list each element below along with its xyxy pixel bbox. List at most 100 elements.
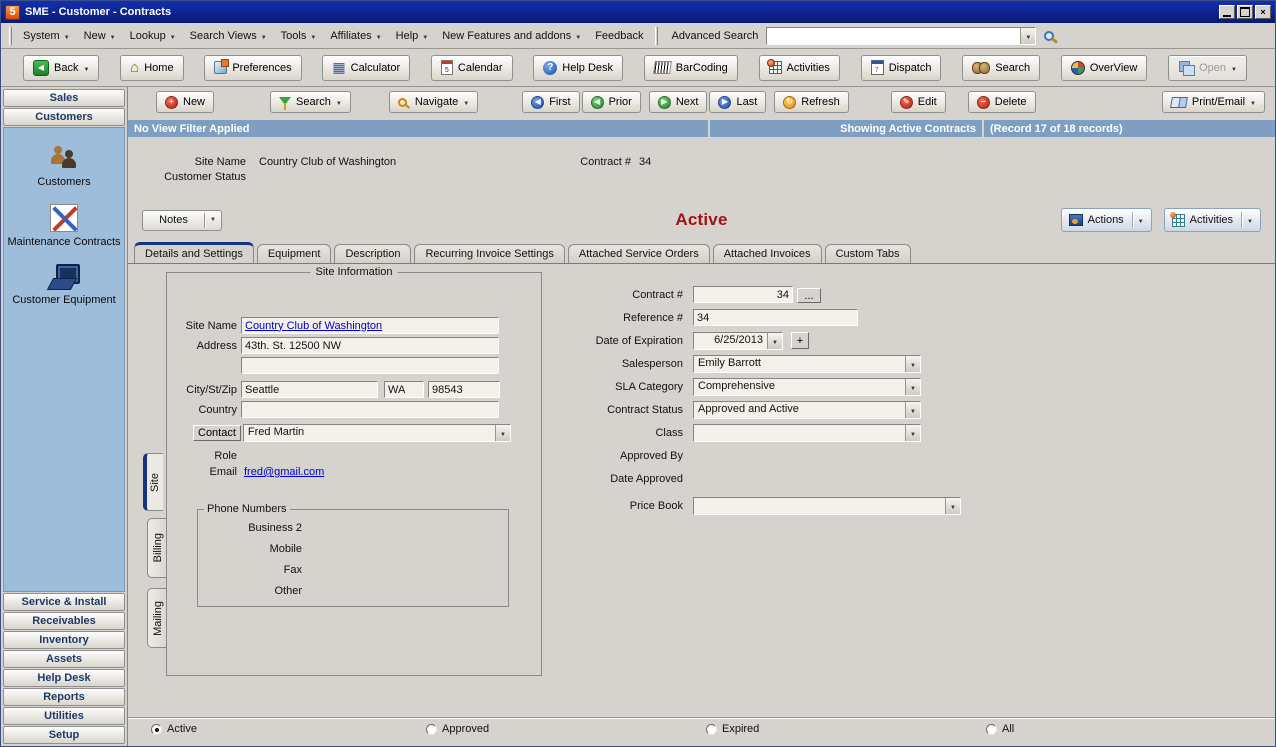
sidebar-section-setup[interactable]: Setup: [3, 726, 125, 744]
minimize-button[interactable]: [1219, 5, 1235, 19]
contact-button[interactable]: Contact: [193, 425, 241, 441]
contract-browse-button[interactable]: ...: [797, 288, 821, 303]
radio-all-dot[interactable]: [986, 724, 997, 735]
expiration-date-combo[interactable]: 6/25/2013: [693, 332, 783, 350]
barcoding-button[interactable]: BarCoding: [644, 55, 738, 81]
tab-attached-invoices[interactable]: Attached Invoices: [713, 244, 822, 263]
refresh-button[interactable]: ↻Refresh: [774, 91, 849, 113]
sla-dropdown-button[interactable]: [905, 379, 920, 395]
menu-lookup[interactable]: Lookup: [123, 27, 183, 45]
radio-approved-dot[interactable]: [426, 724, 437, 735]
country-field[interactable]: [241, 401, 499, 418]
contract-number-field[interactable]: [693, 286, 793, 303]
menu-tools[interactable]: Tools: [274, 27, 324, 45]
activities-dropdown-button[interactable]: Activities: [1164, 208, 1261, 232]
search-records-button[interactable]: Search: [270, 91, 351, 113]
activities-button[interactable]: Activities: [759, 55, 840, 81]
first-record-button[interactable]: ◀First: [522, 91, 579, 113]
sidebar-section-help-desk[interactable]: Help Desk: [3, 669, 125, 687]
sidebar-item-customers[interactable]: Customers: [37, 144, 90, 188]
calendar-button[interactable]: Calendar: [431, 55, 513, 81]
tab-custom-tabs[interactable]: Custom Tabs: [825, 244, 911, 263]
menu-search-views[interactable]: Search Views: [183, 27, 274, 45]
menu-feedback[interactable]: Feedback: [588, 27, 650, 45]
radio-expired[interactable]: Expired: [706, 723, 759, 735]
dispatch-button[interactable]: Dispatch: [861, 55, 942, 81]
tab-attached-service-orders[interactable]: Attached Service Orders: [568, 244, 710, 263]
help-desk-button[interactable]: ?Help Desk: [533, 55, 623, 81]
sidebar-item-customer-equipment[interactable]: Customer Equipment: [12, 264, 115, 306]
menu-help[interactable]: Help: [389, 27, 436, 45]
radio-active-dot[interactable]: [151, 724, 162, 735]
navigate-button[interactable]: Navigate: [389, 91, 478, 113]
class-dropdown-button[interactable]: [905, 425, 920, 441]
address-line2-field[interactable]: [241, 357, 499, 374]
state-field[interactable]: [384, 381, 424, 398]
next-record-button[interactable]: ▶Next: [649, 91, 708, 113]
contract-status-combo[interactable]: Approved and Active: [693, 401, 921, 419]
calculator-button[interactable]: ▦Calculator: [322, 55, 410, 81]
price-book-dropdown-button[interactable]: [945, 498, 960, 514]
sidebar-section-customers[interactable]: Customers: [3, 108, 125, 126]
sidebar-section-assets[interactable]: Assets: [3, 650, 125, 668]
last-record-button[interactable]: ▶Last: [709, 91, 766, 113]
zip-field[interactable]: [428, 381, 500, 398]
close-button[interactable]: ×: [1255, 5, 1271, 19]
salesperson-combo[interactable]: Emily Barrott: [693, 355, 921, 373]
city-field[interactable]: [241, 381, 378, 398]
maximize-button[interactable]: [1237, 5, 1253, 19]
menu-affiliates[interactable]: Affiliates: [323, 27, 388, 45]
search-button[interactable]: Search: [962, 55, 1040, 81]
sidebar-section-reports[interactable]: Reports: [3, 688, 125, 706]
overview-button[interactable]: OverView: [1061, 55, 1147, 81]
sidebar-section-sales[interactable]: Sales: [3, 89, 125, 107]
site-name-field[interactable]: Country Club of Washington: [241, 317, 499, 334]
side-tab-mailing[interactable]: Mailing: [147, 588, 167, 648]
tab-recurring-invoice-settings[interactable]: Recurring Invoice Settings: [414, 244, 564, 263]
side-tab-billing[interactable]: Billing: [147, 518, 167, 578]
sidebar-item-maintenance-contracts[interactable]: Maintenance Contracts: [7, 204, 120, 248]
edit-button[interactable]: ✎Edit: [891, 91, 946, 113]
menu-system[interactable]: System: [16, 27, 77, 45]
menu-new[interactable]: New: [77, 27, 123, 45]
sidebar-section-service-install[interactable]: Service & Install: [3, 593, 125, 611]
contact-dropdown-button[interactable]: [495, 425, 510, 441]
radio-expired-dot[interactable]: [706, 724, 717, 735]
advanced-search-input[interactable]: [766, 27, 1036, 45]
reference-number-field[interactable]: [693, 309, 858, 326]
radio-all[interactable]: All: [986, 723, 1014, 735]
email-link[interactable]: fred@gmail.com: [244, 466, 324, 478]
open-button[interactable]: Open: [1168, 55, 1247, 81]
menu-new-features[interactable]: New Features and addons: [435, 27, 588, 45]
print-email-button[interactable]: Print/Email: [1162, 91, 1265, 113]
contact-combo[interactable]: Fred Martin: [243, 424, 511, 442]
new-record-button[interactable]: +New: [156, 91, 214, 113]
contract-status-dropdown-button[interactable]: [905, 402, 920, 418]
side-tab-site[interactable]: Site: [143, 453, 163, 511]
sla-category-combo[interactable]: Comprehensive: [693, 378, 921, 396]
actions-button[interactable]: Actions: [1061, 208, 1152, 232]
radio-active[interactable]: Active: [151, 723, 197, 735]
tab-equipment[interactable]: Equipment: [257, 244, 332, 263]
preferences-button[interactable]: Preferences: [204, 55, 301, 81]
address-line1-field[interactable]: [241, 337, 499, 354]
notes-button[interactable]: Notes: [142, 210, 222, 231]
tab-description[interactable]: Description: [334, 244, 411, 263]
add-date-button[interactable]: +: [791, 332, 809, 349]
salesperson-dropdown-button[interactable]: [905, 356, 920, 372]
tab-details-and-settings[interactable]: Details and Settings: [134, 242, 254, 263]
sidebar-section-receivables[interactable]: Receivables: [3, 612, 125, 630]
delete-button[interactable]: −Delete: [968, 91, 1036, 113]
sidebar-section-utilities[interactable]: Utilities: [3, 707, 125, 725]
search-icon[interactable]: [1044, 31, 1054, 41]
class-combo[interactable]: [693, 424, 921, 442]
sidebar-section-inventory[interactable]: Inventory: [3, 631, 125, 649]
radio-approved[interactable]: Approved: [426, 723, 489, 735]
advanced-search-field[interactable]: [767, 28, 1020, 44]
site-name-link[interactable]: Country Club of Washington: [245, 320, 382, 332]
prior-record-button[interactable]: ◀Prior: [582, 91, 641, 113]
back-button[interactable]: ◀Back: [23, 55, 99, 81]
expiration-date-dropdown-button[interactable]: [767, 333, 782, 349]
price-book-combo[interactable]: [693, 497, 961, 515]
home-button[interactable]: ⌂Home: [120, 55, 183, 81]
